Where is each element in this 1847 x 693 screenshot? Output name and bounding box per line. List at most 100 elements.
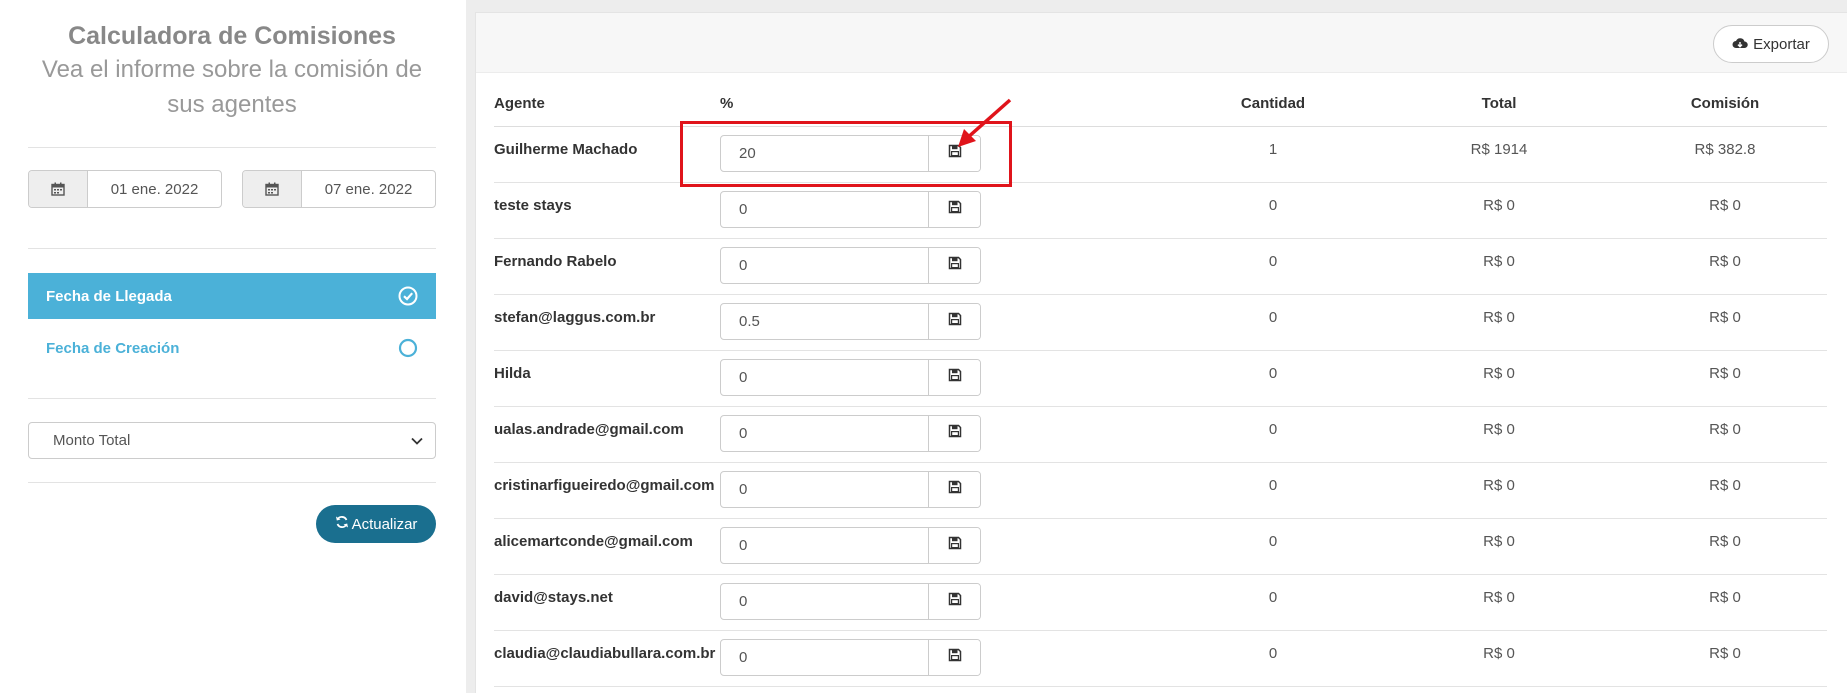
page-title: Calculadora de Comisiones (68, 22, 396, 50)
percent-input[interactable]: 0 (721, 640, 929, 675)
update-button[interactable]: Actualizar (316, 505, 436, 543)
annotation-arrow-icon (958, 98, 1012, 147)
check-circle-icon (398, 286, 418, 306)
date-to-field[interactable]: 07 ene. 2022 (242, 170, 436, 208)
percent-input[interactable]: 0.5 (721, 304, 929, 339)
floppy-disk-icon (948, 480, 962, 499)
export-label: Exportar (1753, 35, 1810, 53)
percent-input-group: 0 (720, 471, 981, 508)
agent-name: david@stays.net (494, 589, 613, 606)
total-value: R$ 0 (1483, 589, 1515, 606)
table-row: claudia@claudiabullara.com.br 0 0 R$ 0 R$ 0 (494, 631, 1827, 687)
percent-input-group: 0 (720, 527, 981, 564)
save-button[interactable] (929, 584, 980, 619)
save-button[interactable] (929, 528, 980, 563)
percent-input[interactable]: 0 (721, 416, 929, 451)
quantity-value: 0 (1268, 477, 1278, 494)
update-label: Actualizar (351, 515, 418, 533)
commission-value: R$ 0 (1709, 477, 1741, 494)
commission-value: R$ 0 (1709, 589, 1741, 606)
date-from-field[interactable]: 01 ene. 2022 (28, 170, 222, 208)
calendar-icon[interactable] (243, 171, 302, 207)
col-header-pct: % (720, 95, 734, 112)
table-row: david@stays.net 0 0 R$ 0 R$ 0 (494, 575, 1827, 631)
floppy-disk-icon (948, 536, 962, 555)
percent-input[interactable]: 0 (721, 248, 929, 283)
percent-input-group: 0 (720, 191, 981, 228)
quantity-value: 0 (1268, 253, 1278, 270)
total-value: R$ 0 (1483, 421, 1515, 438)
total-value: R$ 0 (1483, 533, 1515, 550)
quantity-value: 0 (1268, 421, 1278, 438)
select-value: Monto Total (53, 432, 131, 449)
quantity-value: 0 (1268, 365, 1278, 382)
commission-value: R$ 0 (1709, 197, 1741, 214)
commission-value: R$ 0 (1709, 309, 1741, 326)
table-row: ualas.andrade@gmail.com 0 0 R$ 0 R$ 0 (494, 407, 1827, 463)
chevron-down-icon (411, 432, 423, 449)
agent-name: stefan@laggus.com.br (494, 309, 656, 326)
percent-input[interactable]: 0 (721, 360, 929, 395)
option-label: Fecha de Creación (46, 339, 180, 357)
total-value: R$ 0 (1483, 645, 1515, 662)
save-button[interactable] (929, 192, 980, 227)
quantity-value: 0 (1268, 533, 1278, 550)
export-button[interactable]: Exportar (1713, 25, 1829, 63)
col-header-agent: Agente (494, 95, 545, 112)
total-value: R$ 0 (1483, 477, 1515, 494)
floppy-disk-icon (948, 200, 962, 219)
total-value: R$ 0 (1483, 197, 1515, 214)
save-button[interactable] (929, 304, 980, 339)
floppy-disk-icon (948, 312, 962, 331)
date-to-value[interactable]: 07 ene. 2022 (302, 171, 435, 207)
divider (28, 248, 436, 249)
save-button[interactable] (929, 248, 980, 283)
divider (28, 147, 436, 148)
page-subtitle-line1: Vea el informe sobre la comisión de (41, 56, 423, 83)
floppy-disk-icon (948, 256, 962, 275)
panel-toolbar: Exportar (476, 13, 1847, 73)
option-fecha-creacion[interactable]: Fecha de Creación (28, 325, 436, 371)
page-subtitle-line2: sus agentes (167, 91, 297, 118)
floppy-disk-icon (948, 648, 962, 667)
agent-name: Guilherme Machado (494, 141, 638, 158)
option-fecha-llegada[interactable]: Fecha de Llegada (28, 273, 436, 319)
percent-input[interactable]: 0 (721, 472, 929, 507)
percent-input-group: 0 (720, 359, 981, 396)
quantity-value: 0 (1268, 645, 1278, 662)
agent-name: claudia@claudiabullara.com.br (494, 645, 716, 662)
col-header-commission: Comisión (1690, 95, 1760, 112)
total-value: R$ 0 (1483, 309, 1515, 326)
commission-value: R$ 0 (1709, 421, 1741, 438)
commission-value: R$ 0 (1709, 365, 1741, 382)
save-button[interactable] (929, 640, 980, 675)
table-row: Fernando Rabelo 0 0 R$ 0 R$ 0 (494, 239, 1827, 295)
calendar-icon[interactable] (29, 171, 88, 207)
agent-name: alicemartconde@gmail.com (494, 533, 693, 550)
save-button[interactable] (929, 360, 980, 395)
table-row: alicemartconde@gmail.com 0 0 R$ 0 R$ 0 (494, 519, 1827, 575)
amount-type-select[interactable]: Monto Total (28, 422, 436, 459)
save-button[interactable] (929, 472, 980, 507)
percent-input[interactable]: 0 (721, 584, 929, 619)
page-heading: Calculadora de Comisiones Vea el informe… (28, 20, 436, 122)
percent-input[interactable]: 0 (721, 192, 929, 227)
refresh-icon (335, 515, 349, 533)
quantity-value: 0 (1268, 309, 1278, 326)
commission-value: R$ 382.8 (1694, 141, 1756, 158)
agent-name: teste stays (494, 197, 572, 214)
total-value: R$ 0 (1483, 365, 1515, 382)
percent-input-group: 0.5 (720, 303, 981, 340)
date-from-value[interactable]: 01 ene. 2022 (88, 171, 221, 207)
cloud-download-icon (1732, 36, 1748, 53)
agent-name: ualas.andrade@gmail.com (494, 421, 684, 438)
table-row: teste stays 0 0 R$ 0 R$ 0 (494, 183, 1827, 239)
table-row: cristinarfigueiredo@gmail.com 0 0 R$ 0 R$ 0 (494, 463, 1827, 519)
agent-name: Hilda (494, 365, 531, 382)
percent-input-group: 0 (720, 639, 981, 676)
percent-input[interactable]: 0 (721, 528, 929, 563)
agent-name: cristinarfigueiredo@gmail.com (494, 477, 715, 494)
save-button[interactable] (929, 416, 980, 451)
quantity-value: 1 (1268, 141, 1278, 158)
divider (28, 398, 436, 399)
